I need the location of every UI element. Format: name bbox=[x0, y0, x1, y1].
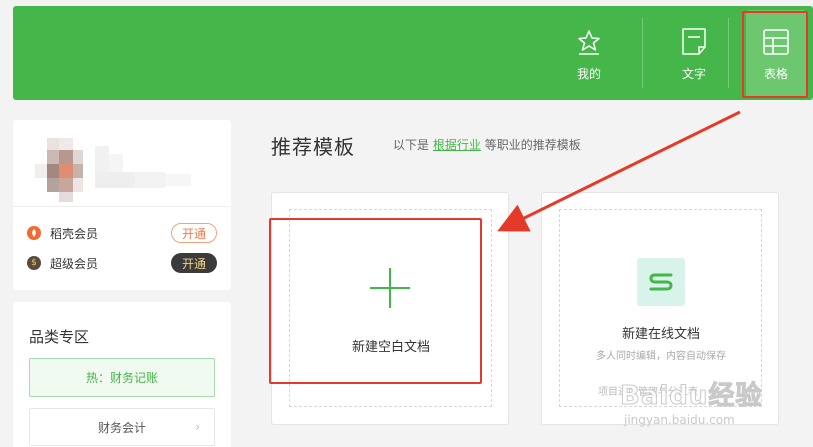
tab-text[interactable]: 文字 bbox=[662, 6, 726, 100]
open-daoke-button[interactable]: 开通 bbox=[171, 223, 217, 243]
category-item-accounting[interactable]: 财务会计 › bbox=[29, 408, 215, 446]
tab-mine-label: 我的 bbox=[576, 67, 601, 81]
daoke-member-icon bbox=[27, 226, 41, 240]
new-online-doc-desc2: 项目进度管理与分工表 bbox=[598, 387, 698, 398]
subtitle-suffix: 等职业的推荐模板 bbox=[484, 138, 581, 152]
new-blank-doc-label: 新建空白文档 bbox=[351, 340, 430, 355]
username-blurred bbox=[95, 146, 191, 196]
text-doc-icon bbox=[680, 27, 708, 57]
avatar[interactable] bbox=[31, 138, 95, 204]
table-icon bbox=[762, 27, 790, 57]
page-subtitle: 以下是 根据行业 等职业的推荐模板 bbox=[393, 136, 581, 153]
member-name: 稻壳会员 bbox=[50, 226, 99, 241]
dashed-border bbox=[289, 209, 492, 407]
chevron-right-icon: › bbox=[195, 420, 200, 434]
new-blank-doc-card[interactable]: 新建空白文档 bbox=[271, 192, 509, 425]
new-online-doc-desc: 多人同时编辑，内容自动保存 bbox=[596, 351, 726, 362]
subtitle-prefix: 以下是 bbox=[393, 138, 430, 152]
new-online-doc-label: 新建在线文档 bbox=[621, 327, 700, 342]
online-sheet-icon bbox=[637, 258, 685, 306]
tab-divider bbox=[642, 18, 643, 88]
member-name: 超级会员 bbox=[50, 256, 99, 271]
tab-sheet[interactable]: 表格 bbox=[746, 10, 806, 98]
dashed-border bbox=[559, 209, 762, 407]
tab-text-label: 文字 bbox=[681, 67, 706, 81]
tab-mine[interactable]: 我的 bbox=[557, 6, 621, 100]
tab-divider bbox=[728, 18, 729, 88]
member-row-daoke: 稻壳会员 开通 bbox=[27, 221, 217, 245]
open-super-button[interactable]: 开通 bbox=[171, 253, 217, 273]
star-doc-icon bbox=[575, 27, 603, 57]
profile-card: 稻壳会员 开通 $ 超级会员 开通 bbox=[13, 120, 231, 290]
category-hot-button[interactable]: 热：财务记账 bbox=[29, 358, 215, 397]
divider bbox=[13, 206, 231, 207]
industry-link[interactable]: 根据行业 bbox=[433, 138, 481, 152]
top-header: 我的 文字 表格 bbox=[13, 6, 813, 100]
page-title: 推荐模板 bbox=[271, 135, 355, 159]
category-card: 品类专区 热：财务记账 财务会计 › bbox=[13, 302, 231, 447]
super-member-icon: $ bbox=[27, 256, 41, 270]
new-online-doc-card[interactable]: 新建在线文档 多人同时编辑，内容自动保存 项目进度管理与分工表 bbox=[541, 192, 779, 425]
plus-icon bbox=[370, 268, 410, 308]
category-item-label: 财务会计 bbox=[97, 420, 146, 435]
member-row-super: $ 超级会员 开通 bbox=[27, 251, 217, 275]
tab-sheet-label: 表格 bbox=[763, 67, 788, 81]
category-title: 品类专区 bbox=[29, 328, 90, 346]
